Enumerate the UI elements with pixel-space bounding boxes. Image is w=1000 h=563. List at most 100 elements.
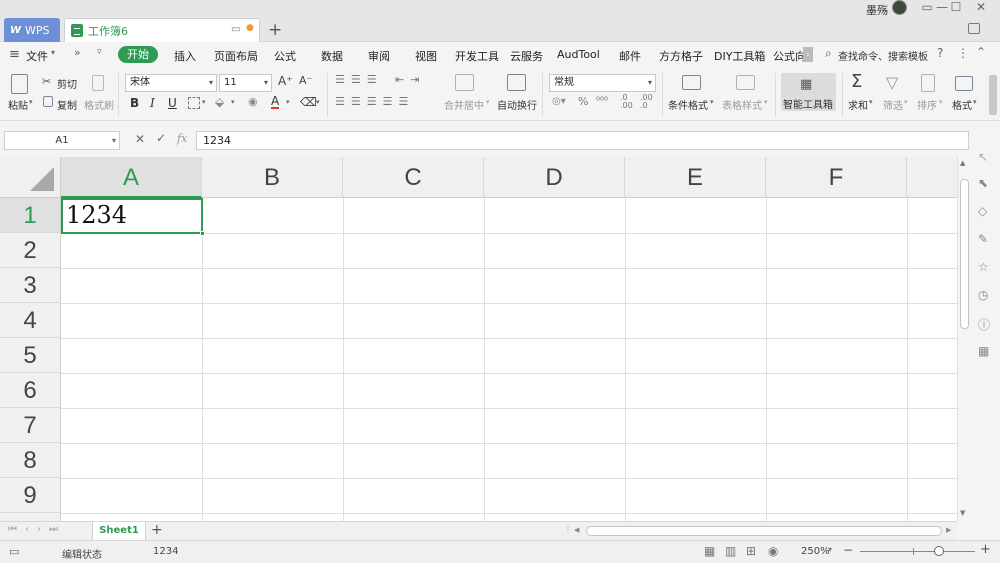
zoom-level[interactable]: 250%	[801, 546, 830, 557]
chevron-down-icon[interactable]: ▾	[202, 98, 206, 106]
column-header-c[interactable]: C	[343, 157, 484, 198]
cursor-icon[interactable]: ↖	[978, 150, 988, 164]
font-name-select[interactable]: 宋体 ▾	[125, 74, 217, 92]
column-header-g[interactable]	[907, 157, 957, 198]
menu-tab-audtool[interactable]: AudTool	[557, 48, 600, 61]
sheet-nav-icons[interactable]: ⏮‹›⏭	[8, 524, 66, 535]
chevron-down-icon[interactable]: ▾	[939, 98, 943, 106]
macro-record-icon[interactable]: ▭	[9, 545, 19, 558]
menu-tab-insert[interactable]: 插入	[174, 48, 196, 64]
sort-button[interactable]: 排序	[917, 97, 937, 112]
apps-grid-icon[interactable]: ▦	[978, 344, 989, 358]
chevron-down-icon[interactable]: ▾	[764, 98, 768, 106]
row-header-9[interactable]: 9	[0, 478, 61, 513]
spreadsheet-grid[interactable]: A B C D E F 1 2 3 4 5 6 7 8 9 1234	[0, 157, 957, 521]
horizontal-scroll-thumb[interactable]	[586, 526, 942, 536]
menu-tab-review[interactable]: 审阅	[368, 48, 390, 64]
chevron-down-icon[interactable]: ▾	[51, 48, 55, 57]
italic-icon[interactable]: I	[150, 96, 155, 110]
row-header-10[interactable]	[0, 513, 61, 521]
vertical-scrollbar[interactable]: ▲ ▼	[957, 157, 970, 521]
chevron-down-icon[interactable]: ▾	[486, 98, 490, 106]
currency-icon[interactable]: ◎▾	[552, 96, 566, 107]
command-search[interactable]: 查找命令、搜索模板	[838, 48, 928, 63]
avatar[interactable]	[892, 0, 907, 15]
row-header-3[interactable]: 3	[0, 268, 61, 303]
menu-tab-formula-wizard[interactable]: 公式向	[773, 48, 806, 64]
indent-icons[interactable]: ⇤⇥	[395, 73, 425, 86]
chevron-down-icon[interactable]: ▾	[231, 98, 235, 106]
increase-decimal-icon[interactable]: .0.00	[620, 94, 633, 110]
column-header-e[interactable]: E	[625, 157, 766, 198]
page-break-view-icon[interactable]: ⊞	[746, 544, 756, 558]
chevron-down-icon[interactable]: ▾	[316, 98, 320, 106]
chevron-down-icon[interactable]: ▾	[286, 98, 290, 106]
number-format-select[interactable]: 常规 ▾	[549, 74, 656, 92]
format-button[interactable]: 格式	[952, 97, 972, 112]
menu-file[interactable]: 文件	[26, 48, 48, 64]
cell-a1-value[interactable]: 1234	[66, 201, 127, 229]
column-header-b[interactable]: B	[202, 157, 343, 198]
history-icon[interactable]: ◷	[978, 288, 988, 302]
add-sheet-icon[interactable]: +	[151, 522, 163, 538]
row-header-2[interactable]: 2	[0, 233, 61, 268]
chevron-down-icon[interactable]: ▾	[112, 132, 116, 149]
sheet-tab-sheet1[interactable]: Sheet1	[92, 522, 146, 541]
table-style-button[interactable]: 表格样式	[722, 97, 762, 112]
zoom-slider-thumb[interactable]	[934, 546, 944, 556]
percent-icon[interactable]: %	[578, 95, 588, 108]
smart-toolbox-button[interactable]: ▦ 智能工具箱	[781, 73, 836, 111]
page-layout-view-icon[interactable]: ▥	[725, 544, 736, 558]
close-icon[interactable]: ✕	[970, 0, 992, 16]
menu-tab-formulas[interactable]: 公式	[274, 48, 296, 64]
row-header-4[interactable]: 4	[0, 303, 61, 338]
formula-input[interactable]: 1234	[196, 131, 969, 150]
paste-dropdown-icon[interactable]: ▾	[29, 98, 33, 106]
decrease-decimal-icon[interactable]: .00.0	[640, 94, 653, 110]
help-icon[interactable]: ?	[937, 46, 943, 60]
name-box[interactable]: A1 ▾	[4, 131, 120, 150]
customize-icon[interactable]: ▿	[97, 47, 102, 57]
bold-icon[interactable]: B	[130, 96, 139, 110]
maximize-icon[interactable]: ☐	[945, 0, 967, 16]
ribbon-scroll-right[interactable]	[989, 75, 997, 115]
scroll-down-icon[interactable]: ▼	[960, 509, 965, 517]
hamburger-icon[interactable]: ≡	[9, 47, 20, 62]
cut-button[interactable]: 剪切	[57, 76, 77, 91]
cancel-icon[interactable]: ✕	[135, 132, 145, 146]
fill-handle[interactable]	[200, 231, 205, 236]
horizontal-align-icons[interactable]: ☰☰☰☰☰	[335, 95, 414, 108]
star-icon[interactable]: ☆	[978, 260, 989, 274]
copy-button[interactable]: 复制	[57, 97, 77, 112]
scroll-left-icon[interactable]: ◀	[574, 526, 579, 534]
normal-view-icon[interactable]: ▦	[704, 544, 715, 558]
chevron-down-icon[interactable]: ▾	[904, 98, 908, 106]
row-header-5[interactable]: 5	[0, 338, 61, 373]
wrap-text-button[interactable]: 自动换行	[497, 97, 537, 112]
tab-workbook[interactable]: 工作簿6 ▭ ●	[64, 18, 260, 42]
column-header-f[interactable]: F	[766, 157, 907, 198]
zoom-out-icon[interactable]: −	[843, 543, 853, 557]
zoom-dropdown-icon[interactable]: ▾	[828, 545, 832, 554]
monitor-icon[interactable]: ▭	[231, 24, 240, 35]
menu-tab-view[interactable]: 视图	[415, 48, 437, 64]
column-header-a[interactable]: A	[61, 157, 202, 198]
merge-center-button[interactable]: 合并居中	[444, 97, 484, 112]
underline-icon[interactable]: U	[168, 96, 177, 110]
shapes-icon[interactable]: ◇	[978, 204, 987, 218]
more-icon[interactable]: ⋮	[957, 46, 969, 60]
menu-tab-data[interactable]: 数据	[321, 48, 343, 64]
clear-format-icon[interactable]: ⌫	[300, 95, 317, 109]
menu-scroll-right-icon[interactable]: ›	[803, 47, 813, 62]
thousands-icon[interactable]: ⁰⁰⁰	[596, 96, 608, 107]
menu-tab-home[interactable]: 开始	[118, 46, 158, 63]
menu-tab-cloud[interactable]: 云服务	[510, 48, 543, 64]
split-icon[interactable]: ⋮	[564, 525, 572, 534]
vertical-align-icons[interactable]: ☰☰☰	[335, 73, 383, 86]
column-header-d[interactable]: D	[484, 157, 625, 198]
format-painter-button[interactable]: 格式刷	[84, 97, 114, 112]
scroll-up-icon[interactable]: ▲	[960, 159, 965, 167]
menu-tab-fangfang[interactable]: 方方格子	[659, 48, 703, 64]
sum-button[interactable]: 求和	[848, 97, 868, 112]
menu-tab-developer[interactable]: 开发工具	[455, 48, 499, 64]
